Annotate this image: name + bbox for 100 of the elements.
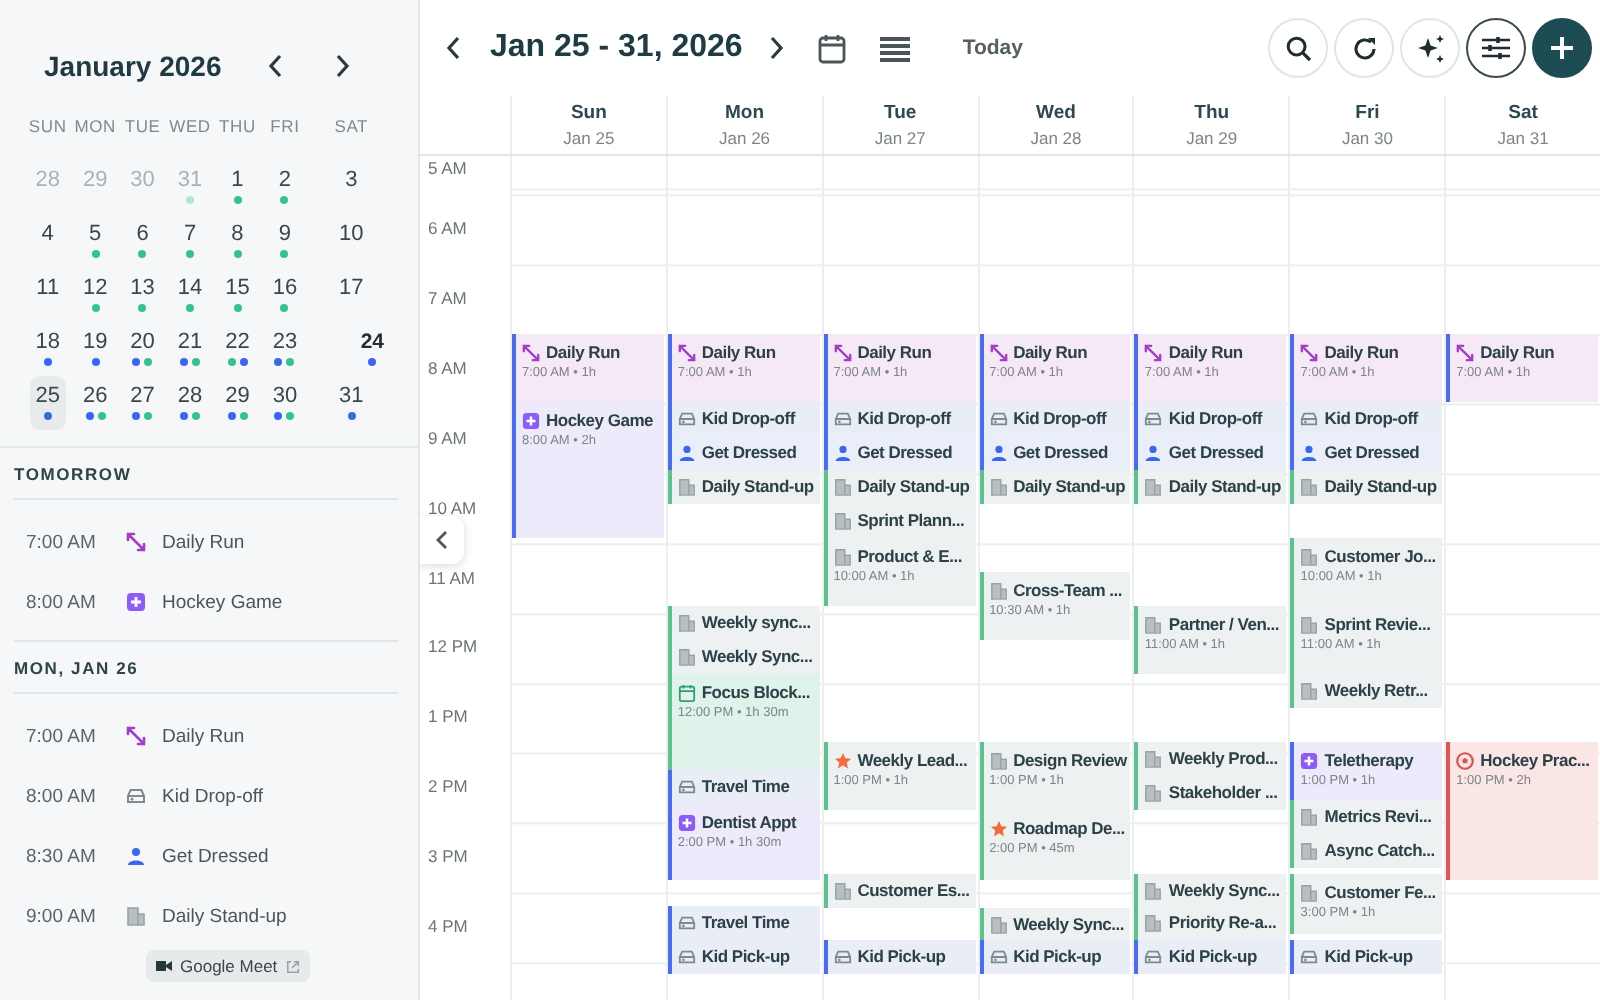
weekday-label: TUE [122, 116, 163, 140]
calendar-event[interactable]: Travel Time [667, 906, 820, 940]
hour-label: 6 AM [428, 218, 467, 238]
date-cell[interactable]: 21 [172, 322, 208, 376]
date-cell[interactable]: 2 [267, 160, 303, 214]
building-icon [833, 547, 852, 565]
calendar-event[interactable]: Get Dressed [667, 436, 820, 470]
date-cell[interactable]: 19 [77, 322, 113, 376]
agenda-item[interactable]: 8:00 AM Kid Drop-off [14, 766, 398, 826]
event-title: Partner / Ven... [1168, 614, 1279, 634]
date-cell[interactable]: 5 [77, 214, 113, 268]
refresh-button[interactable] [1334, 18, 1394, 78]
date-cell[interactable]: 31 [314, 376, 388, 430]
calendar-event[interactable]: Kid Drop-off [667, 402, 820, 436]
calendar-event[interactable]: Daily Stand-up [1290, 470, 1443, 504]
date-cell[interactable]: 1 [219, 160, 256, 214]
date-cell[interactable]: 28 [172, 376, 208, 430]
calendar-event[interactable]: Async Catch... [1290, 834, 1443, 868]
calendar-event[interactable]: Metrics Revi... [1290, 800, 1443, 834]
calendar-event[interactable]: Get Dressed [1134, 436, 1287, 470]
date-cell[interactable]: 15 [219, 268, 256, 322]
date-cell[interactable]: 11 [30, 268, 66, 322]
calendar-event[interactable]: Weekly Sync... [1134, 874, 1287, 906]
date-cell[interactable]: 18 [30, 322, 66, 376]
calendar-event[interactable]: Kid Drop-off [823, 402, 976, 436]
date-cell[interactable]: 26 [77, 376, 113, 430]
event-title: Kid Drop-off [857, 408, 951, 428]
day-date: Jan 27 [874, 128, 926, 148]
date-cell[interactable]: 23 [267, 322, 303, 376]
date-cell[interactable]: 14 [172, 268, 208, 322]
calendar-event[interactable]: Kid Drop-off [1290, 402, 1443, 436]
calendar-event[interactable]: Weekly Retr... [1290, 674, 1443, 708]
building-icon [1144, 913, 1163, 931]
calendar-event[interactable]: Stakeholder ... [1134, 776, 1287, 810]
calendar-event[interactable]: Customer Es... [823, 874, 976, 908]
date-cell[interactable]: 9 [267, 214, 303, 268]
calendar-event[interactable]: Weekly Sync... [979, 908, 1131, 940]
sparkle-button[interactable] [1400, 18, 1460, 78]
filters-button[interactable] [1466, 18, 1526, 78]
date-cell[interactable]: 4 [30, 214, 66, 268]
date-cell[interactable]: 13 [124, 268, 161, 322]
calendar-event[interactable]: Daily Stand-up [667, 470, 820, 504]
date-cell[interactable]: 24 [356, 322, 388, 376]
calendar-icon [818, 33, 847, 63]
calendar-event[interactable]: Weekly Sync... [667, 640, 820, 674]
date-cell[interactable]: 25 [30, 376, 66, 430]
calendar-event[interactable]: Travel Time [667, 770, 820, 804]
agenda-item[interactable]: 8:00 AM Hockey Game [14, 572, 398, 632]
date-cell[interactable]: 20 [124, 322, 161, 376]
calendar-event[interactable]: Sprint Plann... [823, 504, 976, 538]
date-cell[interactable]: 17 [314, 268, 388, 322]
calendar-event[interactable]: Daily Stand-up [823, 470, 976, 504]
calendar-event[interactable]: Kid Pick-up [823, 940, 976, 974]
today-button[interactable]: Today [958, 28, 1027, 68]
building-icon [1144, 477, 1163, 495]
date-cell[interactable]: 3 [314, 160, 388, 214]
event-title: Daily Stand-up [1324, 476, 1437, 496]
calendar-event[interactable]: Priority Re-a... [1134, 906, 1287, 940]
meeting-link[interactable]: Google Meet [146, 950, 310, 982]
calendar-event[interactable]: Kid Drop-off [979, 402, 1131, 436]
event-title: Get Dressed [1168, 442, 1264, 462]
collapse-sidebar-button[interactable] [420, 516, 464, 564]
calendar-event[interactable]: Kid Pick-up [1134, 940, 1287, 974]
date-cell[interactable]: 30 [267, 376, 303, 430]
calendar-event[interactable]: Get Dressed [823, 436, 976, 470]
hour-label: 11 AM [428, 567, 475, 587]
calendar-event[interactable]: Daily Stand-up [979, 470, 1131, 504]
calendar-event[interactable]: Kid Pick-up [667, 940, 820, 974]
agenda-section-title: TOMORROW [14, 448, 398, 500]
event-title: Dentist Appt [701, 812, 797, 832]
calendar-event[interactable]: Get Dressed [1290, 436, 1443, 470]
date-cell[interactable]: 29 [219, 376, 256, 430]
date-cell[interactable]: 12 [77, 268, 113, 322]
calendar-event[interactable]: Weekly Prod... [1134, 742, 1287, 776]
agenda-item[interactable]: 7:00 AM Daily Run [14, 512, 398, 572]
calendar-event[interactable]: Get Dressed [979, 436, 1131, 470]
diagonal-arrows-icon [126, 532, 146, 552]
calendar-event[interactable]: Weekly sync... [667, 606, 820, 640]
calendar-event[interactable]: Daily Stand-up [1134, 470, 1287, 504]
date-cell[interactable]: 7 [172, 214, 208, 268]
search-button[interactable] [1268, 18, 1328, 78]
agenda-item[interactable]: 8:30 AM Get Dressed [14, 826, 398, 886]
agenda-item[interactable]: 9:00 AM Daily Stand-up [14, 886, 398, 946]
agenda-item[interactable]: 7:00 AM Daily Run [14, 706, 398, 766]
calendar-event[interactable]: Kid Drop-off [1134, 402, 1287, 436]
date-cell[interactable]: 27 [124, 376, 161, 430]
add-button[interactable] [1532, 18, 1592, 78]
date-cell[interactable]: 22 [219, 322, 256, 376]
day-name: Thu [1194, 102, 1230, 124]
chevron-right-icon [768, 36, 785, 60]
calendar-event[interactable]: Kid Pick-up [979, 940, 1131, 974]
date-cell[interactable]: 10 [314, 214, 388, 268]
date-cell[interactable]: 8 [219, 214, 256, 268]
date-cell[interactable]: 16 [267, 268, 303, 322]
calendar-event[interactable]: Kid Pick-up [1290, 940, 1443, 974]
external-link-icon [285, 959, 300, 973]
calendar-view-button[interactable] [816, 30, 849, 66]
person-icon [1144, 443, 1163, 461]
date-cell[interactable]: 6 [124, 214, 161, 268]
agenda-time: 7:00 AM [26, 531, 98, 553]
